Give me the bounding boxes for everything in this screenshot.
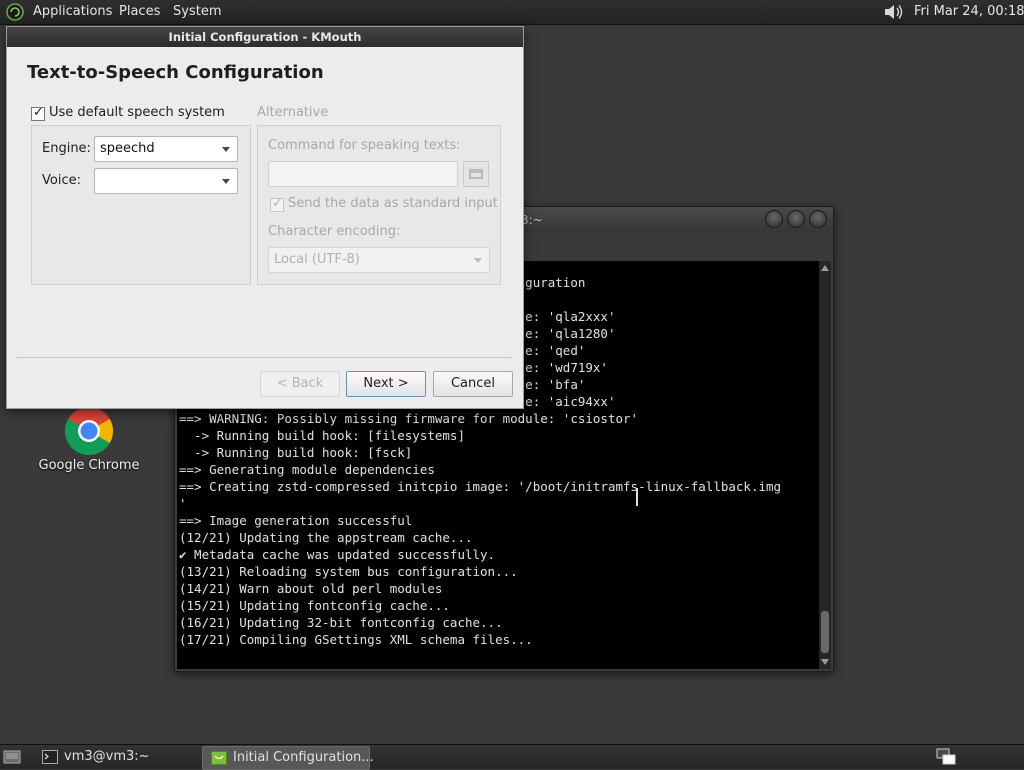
terminal-line: (14/21) Warn about old perl modules xyxy=(179,581,443,596)
volume-icon[interactable] xyxy=(882,2,904,22)
command-label: Command for speaking texts: xyxy=(268,138,461,153)
folder-icon xyxy=(469,169,483,179)
engine-combo[interactable]: speechd xyxy=(94,136,238,162)
terminal-title: 3:~ xyxy=(521,213,543,227)
desktop-icon-google-chrome[interactable]: Google Chrome xyxy=(30,406,148,478)
checkmark-icon: ✓ xyxy=(272,196,283,211)
dialog-title: Initial Configuration - KMouth xyxy=(168,30,362,44)
send-stdin-checkbox[interactable]: ✓ xyxy=(270,196,284,212)
taskbar-item-terminal[interactable]: vm3@vm3:~ xyxy=(34,746,194,768)
kmouth-app-icon xyxy=(211,750,227,765)
menu-applications[interactable]: Applications xyxy=(33,4,112,19)
scrollbar-thumb[interactable] xyxy=(821,611,829,653)
text-cursor-icon xyxy=(636,488,638,506)
taskbar-item-kmouth[interactable]: Initial Configuration... xyxy=(202,746,374,770)
close-button[interactable] xyxy=(809,210,827,228)
terminal-line: ✔ Metadata cache was updated successfull… xyxy=(179,547,496,562)
browse-button[interactable] xyxy=(463,161,489,187)
command-field[interactable] xyxy=(268,161,458,187)
taskbar: vm3@vm3:~ Initial Configuration... xyxy=(0,744,1024,770)
chevron-down-icon xyxy=(222,147,230,152)
page-title: Text-to-Speech Configuration xyxy=(27,62,324,83)
top-panel: Applications Places System Fri Mar 24, 0… xyxy=(0,0,1024,25)
alternative-label: Alternative xyxy=(257,105,329,120)
terminal-line: (13/21) Reloading system bus configurati… xyxy=(179,564,518,579)
encoding-label: Character encoding: xyxy=(268,224,401,239)
engine-label: Engine: xyxy=(42,141,91,156)
minimize-button[interactable] xyxy=(765,210,783,228)
show-desktop-icon[interactable] xyxy=(3,749,21,765)
terminal-line: (17/21) Compiling GSettings XML schema f… xyxy=(179,632,533,647)
workspace-switcher-icon[interactable] xyxy=(935,747,957,767)
chrome-icon xyxy=(64,407,114,456)
terminal-line: (15/21) Updating fontconfig cache... xyxy=(179,598,450,613)
taskbar-item-label: vm3@vm3:~ xyxy=(64,749,150,764)
terminal-icon xyxy=(42,749,58,764)
chevron-down-icon xyxy=(474,258,482,263)
send-stdin-label: Send the data as standard input xyxy=(288,196,498,211)
terminal-line: ==> Image generation successful xyxy=(179,513,413,528)
terminal-line: ' xyxy=(179,496,187,511)
menu-places[interactable]: Places xyxy=(119,4,160,19)
dialog-titlebar[interactable]: Initial Configuration - KMouth xyxy=(7,27,523,47)
distro-logo-icon[interactable] xyxy=(6,3,24,21)
alternative-group: Command for speaking texts: ✓ Send the d… xyxy=(257,125,501,285)
scroll-up-icon[interactable] xyxy=(821,265,829,271)
terminal-line: -> Running build hook: [fsck] xyxy=(179,445,413,460)
desktop-icon-label: Google Chrome xyxy=(38,458,140,473)
clock[interactable]: Fri Mar 24, 00:18 xyxy=(914,4,1024,19)
engine-value: speechd xyxy=(100,141,155,156)
voice-label: Voice: xyxy=(42,173,81,188)
default-speech-group: Engine: speechd Voice: xyxy=(31,125,251,285)
encoding-combo[interactable]: Local (UTF-8) xyxy=(268,247,490,273)
terminal-line: (16/21) Updating 32-bit fontconfig cache… xyxy=(179,615,503,630)
use-default-label[interactable]: Use default speech system xyxy=(49,105,225,120)
terminal-line: ==> Creating zstd-compressed initcpio im… xyxy=(179,479,782,494)
back-button[interactable]: < Back xyxy=(260,371,340,397)
maximize-button[interactable] xyxy=(787,210,805,228)
terminal-line: (12/21) Updating the appstream cache... xyxy=(179,530,473,545)
terminal-line: ==> WARNING: Possibly missing firmware f… xyxy=(179,411,639,426)
voice-combo[interactable] xyxy=(94,168,238,194)
button-separator xyxy=(17,357,511,358)
taskbar-item-label: Initial Configuration... xyxy=(233,750,374,765)
terminal-line: ==> Generating module dependencies xyxy=(179,462,435,477)
chevron-down-icon xyxy=(222,179,230,184)
menu-system[interactable]: System xyxy=(173,4,221,19)
use-default-checkbox[interactable]: ✓ xyxy=(31,105,45,121)
cancel-button[interactable]: Cancel xyxy=(433,371,513,397)
encoding-value: Local (UTF-8) xyxy=(274,252,360,267)
scroll-down-icon[interactable] xyxy=(821,659,829,665)
terminal-line: -> Running build hook: [filesystems] xyxy=(179,428,465,443)
kmouth-config-dialog: Initial Configuration - KMouth Text-to-S… xyxy=(6,26,524,409)
checkmark-icon: ✓ xyxy=(33,105,44,120)
next-button[interactable]: Next > xyxy=(346,371,426,397)
terminal-scrollbar[interactable] xyxy=(819,261,831,669)
